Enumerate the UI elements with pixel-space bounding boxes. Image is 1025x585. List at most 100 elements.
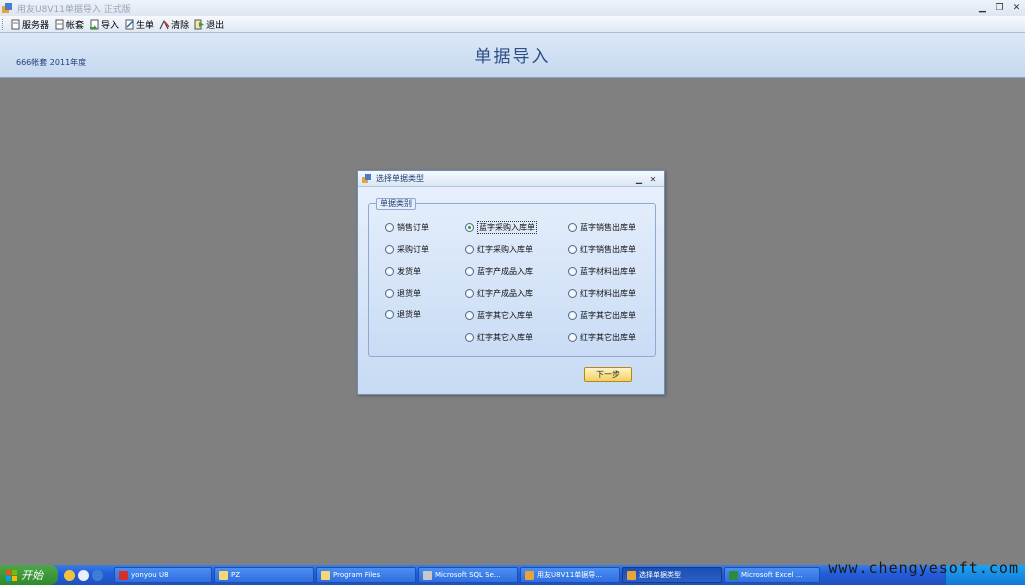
dialog-close-icon[interactable]: ✕ bbox=[646, 173, 660, 185]
radio-label: 销售订单 bbox=[397, 222, 429, 232]
import-icon bbox=[90, 19, 99, 30]
radio-red-other-receipt[interactable]: 红字其它入库单 bbox=[465, 331, 533, 343]
task-yonyou-u8[interactable]: yonyou U8 bbox=[114, 567, 212, 583]
header-panel: 666帐套 2011年度 单据导入 bbox=[0, 33, 1025, 78]
task-label: 选择单据类型 bbox=[639, 571, 681, 579]
radio-purchase-order[interactable]: 采购订单 bbox=[385, 243, 429, 255]
radio-label: 蓝字其它出库单 bbox=[580, 310, 636, 320]
yonyou-icon bbox=[119, 570, 128, 580]
start-button[interactable]: 开始 bbox=[0, 565, 58, 585]
radio-circle bbox=[568, 244, 577, 254]
import-button[interactable]: 导入 bbox=[87, 17, 121, 32]
restore-icon[interactable]: ❐ bbox=[991, 1, 1008, 15]
dialog-title-bar[interactable]: 选择单据类型 ▁ ✕ bbox=[358, 171, 664, 187]
task-sql-server[interactable]: Microsoft SQL Se... bbox=[418, 567, 518, 583]
clear-label: 清除 bbox=[171, 20, 190, 31]
document-category-group: 单据类别 销售订单 采购订单 发货单 退货单 退货单 蓝字采购入库单 红字采购入… bbox=[368, 198, 656, 357]
radio-circle bbox=[465, 332, 474, 342]
radio-red-sales-issue[interactable]: 红字销售出库单 bbox=[568, 243, 636, 255]
quick-launch-icon[interactable] bbox=[64, 569, 75, 581]
radio-circle bbox=[568, 288, 577, 298]
radio-red-other-issue[interactable]: 红字其它出库单 bbox=[568, 331, 636, 343]
window-title: 用友U8V11单据导入 正式版 bbox=[17, 4, 131, 15]
exit-button[interactable]: 退出 bbox=[192, 17, 226, 32]
radio-circle bbox=[465, 288, 474, 298]
task-label: Microsoft Excel ... bbox=[741, 571, 803, 579]
app-icon bbox=[627, 570, 636, 580]
radio-circle bbox=[465, 310, 474, 320]
radio-label: 退货单 bbox=[397, 309, 421, 319]
radio-label: 红字产成品入库 bbox=[477, 288, 533, 298]
radio-circle bbox=[385, 309, 394, 319]
generate-label: 生单 bbox=[136, 20, 155, 31]
radio-label: 红字其它出库单 bbox=[580, 332, 636, 342]
dialog-app-icon bbox=[362, 173, 371, 183]
account-icon bbox=[55, 19, 64, 29]
clear-button[interactable]: 清除 bbox=[157, 17, 191, 32]
radio-label: 红字其它入库单 bbox=[477, 332, 533, 342]
watermark: www.chengyesoft.com bbox=[828, 559, 1019, 577]
radio-return-note[interactable]: 退货单 bbox=[385, 287, 421, 299]
radio-label: 蓝字其它入库单 bbox=[477, 310, 533, 320]
quick-launch-icon[interactable] bbox=[78, 569, 89, 581]
radio-blue-other-issue[interactable]: 蓝字其它出库单 bbox=[568, 309, 636, 321]
generate-icon bbox=[125, 19, 134, 29]
account-button[interactable]: 帐套 bbox=[52, 17, 86, 32]
radio-blue-product-receipt[interactable]: 蓝字产成品入库 bbox=[465, 265, 533, 277]
close-icon[interactable]: ✕ bbox=[1008, 1, 1025, 15]
exit-icon bbox=[194, 19, 205, 29]
task-select-document-type[interactable]: 选择单据类型 bbox=[622, 567, 722, 583]
radio-blue-other-receipt[interactable]: 蓝字其它入库单 bbox=[465, 309, 533, 321]
dialog-title: 选择单据类型 bbox=[376, 174, 424, 183]
server-button[interactable]: 服务器 bbox=[8, 17, 51, 32]
radio-red-product-receipt[interactable]: 红字产成品入库 bbox=[465, 287, 533, 299]
radio-circle bbox=[385, 288, 394, 298]
windows-flag-icon bbox=[6, 569, 17, 581]
task-label: Microsoft SQL Se... bbox=[435, 571, 501, 579]
radio-circle bbox=[385, 244, 394, 254]
radio-label: 红字销售出库单 bbox=[580, 244, 636, 254]
import-label: 导入 bbox=[101, 20, 120, 31]
dialog-minimize-icon[interactable]: ▁ bbox=[632, 173, 646, 185]
radio-blue-material-issue[interactable]: 蓝字材料出库单 bbox=[568, 265, 636, 277]
radio-label: 退货单 bbox=[397, 288, 421, 298]
radio-circle bbox=[568, 310, 577, 320]
radio-blue-sales-issue[interactable]: 蓝字销售出库单 bbox=[568, 221, 636, 233]
app-icon bbox=[2, 2, 12, 13]
radio-circle bbox=[465, 244, 474, 254]
radio-circle bbox=[385, 266, 394, 276]
radio-circle bbox=[465, 266, 474, 276]
task-label: PZ bbox=[231, 571, 241, 579]
exit-label: 退出 bbox=[206, 20, 225, 31]
radio-label: 蓝字采购入库单 bbox=[477, 220, 537, 234]
radio-sales-order[interactable]: 销售订单 bbox=[385, 221, 429, 233]
next-step-button[interactable]: 下一步 bbox=[584, 367, 632, 382]
radio-red-material-issue[interactable]: 红字材料出库单 bbox=[568, 287, 636, 299]
minimize-icon[interactable]: ▁ bbox=[974, 1, 991, 15]
task-pz[interactable]: PZ bbox=[214, 567, 314, 583]
radio-red-purchase-receipt[interactable]: 红字采购入库单 bbox=[465, 243, 533, 255]
radio-return-note-2[interactable]: 退货单 bbox=[385, 308, 421, 320]
radio-label: 蓝字销售出库单 bbox=[580, 222, 636, 232]
ie-icon[interactable] bbox=[92, 569, 103, 581]
toolbar-grip[interactable] bbox=[2, 18, 5, 30]
window-title-bar[interactable]: 用友U8V11单据导入 正式版 ▁ ❐ ✕ bbox=[0, 0, 1025, 16]
start-label: 开始 bbox=[21, 569, 43, 582]
account-label: 帐套 bbox=[66, 20, 85, 31]
generate-button[interactable]: 生单 bbox=[122, 17, 156, 32]
radio-blue-purchase-receipt[interactable]: 蓝字采购入库单 bbox=[465, 220, 537, 234]
radio-label: 蓝字材料出库单 bbox=[580, 266, 636, 276]
task-label: Program Files bbox=[333, 571, 381, 579]
task-u8-import[interactable]: 用友U8V11单据导... bbox=[520, 567, 620, 583]
radio-delivery-note[interactable]: 发货单 bbox=[385, 265, 421, 277]
radio-circle bbox=[568, 266, 577, 276]
clear-icon bbox=[159, 19, 170, 29]
radio-circle-selected bbox=[465, 222, 474, 232]
radio-circle bbox=[568, 332, 577, 342]
radio-circle bbox=[385, 222, 394, 232]
task-excel[interactable]: Microsoft Excel ... bbox=[724, 567, 820, 583]
task-program-files[interactable]: Program Files bbox=[316, 567, 416, 583]
quick-launch bbox=[64, 569, 114, 581]
task-label: 用友U8V11单据导... bbox=[537, 571, 602, 579]
sql-server-icon bbox=[423, 570, 432, 580]
